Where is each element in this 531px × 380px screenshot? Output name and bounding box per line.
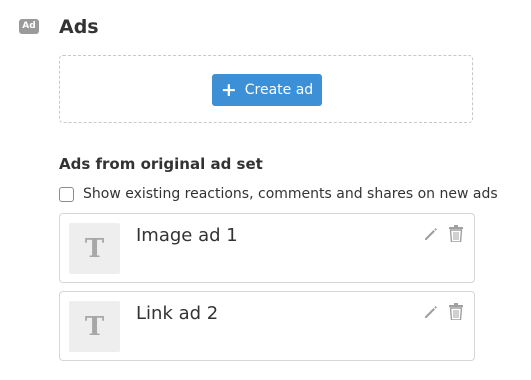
ad-name: Link ad 2 [136, 303, 219, 324]
show-reactions-label: Show existing reactions, comments and sh… [83, 186, 498, 202]
pencil-icon[interactable] [423, 304, 439, 320]
ad-name: Image ad 1 [136, 225, 238, 246]
original-ad-set-title: Ads from original ad set [59, 155, 263, 173]
ad-card[interactable]: T Link ad 2 [59, 291, 475, 361]
section-title: Ads [59, 16, 99, 38]
create-ad-button[interactable]: + Create ad [212, 74, 322, 106]
plus-icon: + [220, 78, 237, 101]
pencil-icon[interactable] [423, 226, 439, 242]
show-reactions-checkbox[interactable] [59, 186, 74, 202]
trash-icon[interactable] [449, 225, 463, 242]
show-reactions-row[interactable]: Show existing reactions, comments and sh… [59, 185, 498, 203]
create-ad-label: Create ad [244, 82, 314, 98]
ad-thumbnail: T [69, 223, 120, 274]
ad-card[interactable]: T Image ad 1 [59, 213, 475, 283]
trash-icon[interactable] [449, 303, 463, 320]
ad-thumbnail: T [69, 301, 120, 352]
ad-badge-icon: Ad [19, 19, 39, 34]
ads-panel: Ad Ads + Create ad Ads from original ad … [0, 0, 531, 380]
